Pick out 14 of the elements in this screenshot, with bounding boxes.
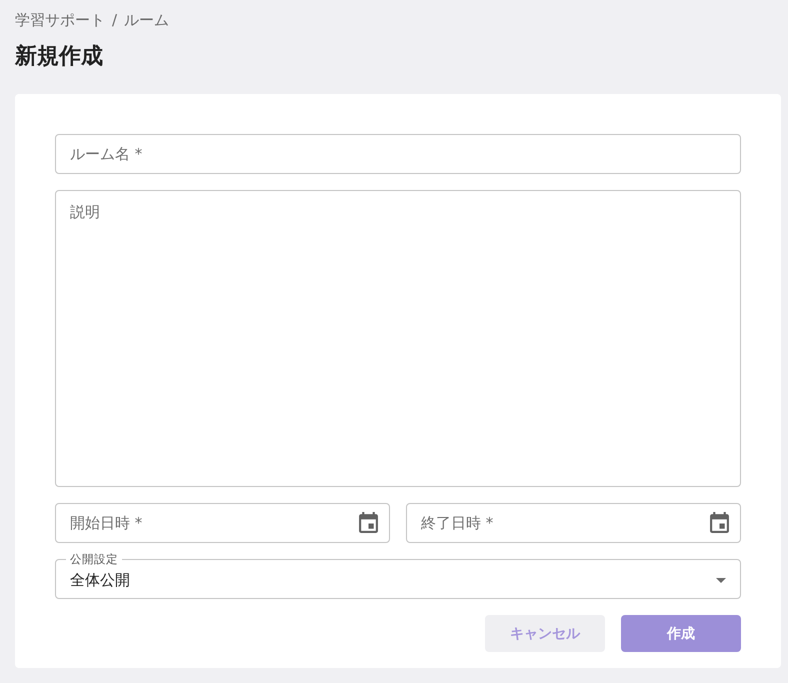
breadcrumb-link[interactable]: 学習サポート <box>15 10 105 30</box>
caret-icon <box>716 578 726 583</box>
date-field[interactable]: 開始日時 * <box>55 503 390 543</box>
select-field[interactable]: 公開設定 全体公開 <box>55 552 741 599</box>
breadcrumb-separator: / <box>112 11 118 29</box>
field-label: 公開設定 <box>69 552 119 566</box>
calendar-icon[interactable] <box>710 512 729 533</box>
breadcrumb-link[interactable]: ルーム <box>124 10 170 30</box>
calendar-icon[interactable] <box>359 512 378 533</box>
create-button[interactable]: 作成 <box>621 615 741 652</box>
date-field[interactable]: 終了日時 * <box>406 503 741 543</box>
page-title: 新規作成 <box>15 43 103 71</box>
input-field[interactable]: ルーム名 * <box>55 134 741 174</box>
text-area[interactable]: 説明 <box>55 190 741 487</box>
